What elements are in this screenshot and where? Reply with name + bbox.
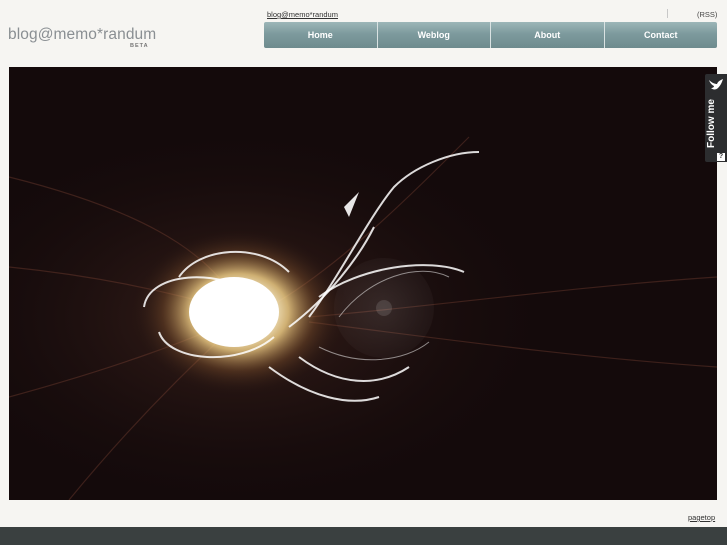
hero-image: [9, 67, 717, 500]
nav-weblog[interactable]: Weblog: [377, 22, 491, 48]
main-nav: Home Weblog About Contact: [264, 22, 717, 48]
follow-me-tab[interactable]: Follow me ?: [705, 74, 727, 162]
nav-contact[interactable]: Contact: [604, 22, 717, 48]
nav-about[interactable]: About: [491, 22, 605, 48]
header-divider: [667, 9, 668, 18]
site-logo[interactable]: blog@memo*randum: [8, 26, 156, 44]
header-blog-link[interactable]: blog@memo*randum: [267, 10, 338, 19]
bird-icon: [709, 79, 723, 90]
rss-link[interactable]: (RSS): [697, 10, 717, 19]
footer-bar: [0, 527, 727, 545]
nav-home[interactable]: Home: [264, 22, 378, 48]
follow-me-label: Follow me: [706, 99, 717, 148]
beta-badge: BETA: [130, 43, 149, 49]
help-icon[interactable]: ?: [717, 153, 725, 161]
pagetop-link[interactable]: pagetop: [688, 513, 715, 522]
